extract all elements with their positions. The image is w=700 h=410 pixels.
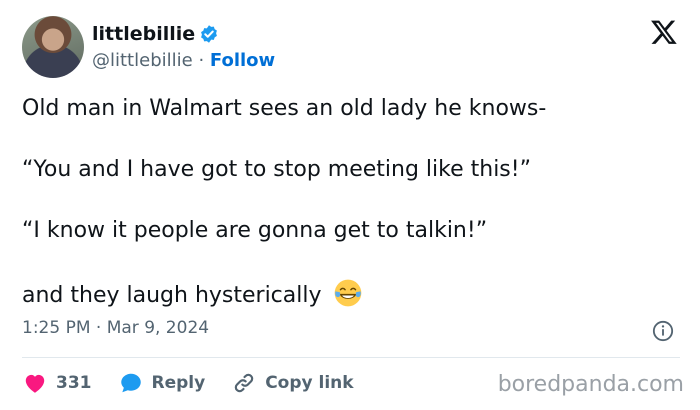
verified-badge-icon bbox=[201, 25, 218, 43]
divider bbox=[22, 357, 680, 358]
heart-icon bbox=[25, 374, 45, 393]
tweet-line-3: “I know it people are gonna get to talki… bbox=[22, 218, 488, 243]
like-button[interactable]: 331 bbox=[22, 370, 92, 396]
tweet-line-1: Old man in Walmart sees an old lady he k… bbox=[22, 96, 547, 121]
copy-link-button[interactable]: Copy link bbox=[231, 370, 354, 396]
avatar[interactable] bbox=[22, 16, 84, 78]
like-count: 331 bbox=[56, 373, 92, 393]
reply-bubble-icon bbox=[120, 373, 141, 393]
tweet-line-4-text: and they laugh hysterically bbox=[22, 283, 322, 308]
tweet-line-2: “You and I have got to stop meeting like… bbox=[22, 157, 531, 182]
follow-button[interactable]: Follow bbox=[210, 50, 275, 71]
link-icon bbox=[234, 373, 254, 393]
tweet-timestamp[interactable]: 1:25 PM · Mar 9, 2024 bbox=[22, 318, 209, 338]
tweet-actions: 331 Reply Copy link bbox=[22, 368, 380, 398]
handle-row: @littlebillie · Follow bbox=[92, 48, 275, 74]
tweet-header: littlebillie @littlebillie · Follow bbox=[22, 16, 682, 80]
author-handle[interactable]: @littlebillie bbox=[92, 50, 193, 71]
display-name-text[interactable]: littlebillie bbox=[92, 22, 195, 46]
author-display-name[interactable]: littlebillie bbox=[92, 22, 275, 46]
author-info: littlebillie @littlebillie · Follow bbox=[92, 22, 275, 74]
laughing-tears-emoji-icon bbox=[334, 279, 361, 307]
copy-link-label: Copy link bbox=[265, 373, 354, 393]
x-logo-icon[interactable] bbox=[650, 18, 678, 46]
watermark: boredpanda.com bbox=[497, 372, 684, 397]
reply-label: Reply bbox=[151, 373, 206, 393]
tweet-line-4: and they laugh hysterically bbox=[22, 278, 363, 311]
info-icon[interactable] bbox=[652, 320, 674, 342]
handle-separator: · bbox=[198, 50, 205, 71]
reply-button[interactable]: Reply bbox=[118, 370, 206, 396]
